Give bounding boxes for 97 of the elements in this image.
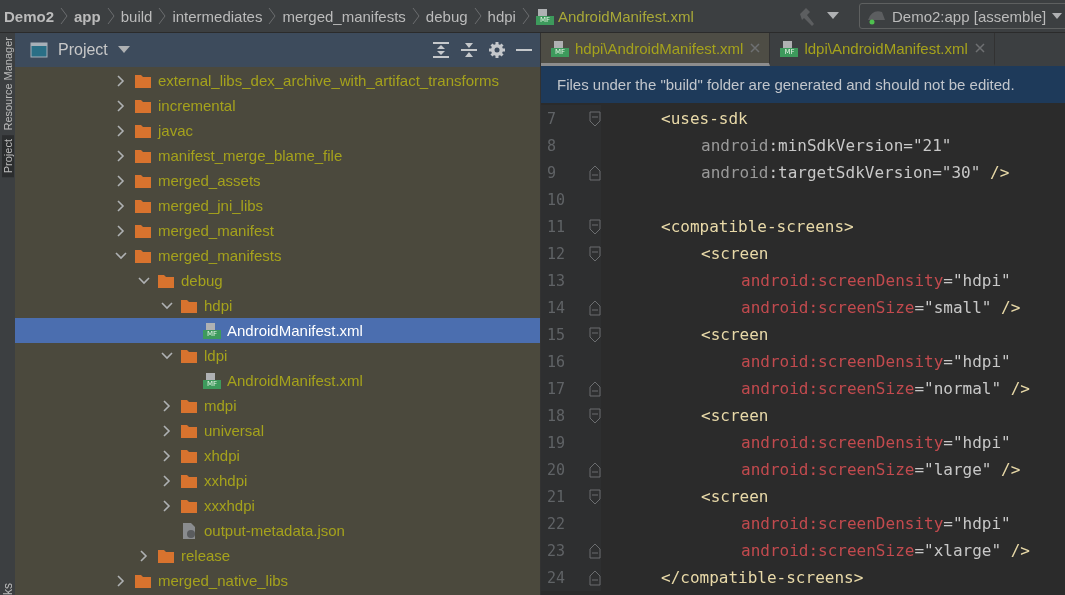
separator-icon xyxy=(60,7,69,25)
tree-item[interactable]: merged_manifest xyxy=(15,218,540,243)
code-line: android:screenDensity="hdpi" xyxy=(741,271,1011,290)
fold-icon xyxy=(589,164,601,181)
tree-item[interactable]: merged_native_libs xyxy=(15,568,540,593)
expand-all-icon xyxy=(432,41,450,59)
tree-item[interactable]: external_libs_dex_archive_with_artifact_transforms xyxy=(15,68,540,93)
fold-icon xyxy=(589,569,601,586)
code-line: <compatible-screens> xyxy=(661,217,854,236)
fold-icon xyxy=(589,380,601,397)
code-line: android:screenSize="small" /> xyxy=(741,298,1021,317)
fold-icon xyxy=(589,542,601,559)
folder-icon xyxy=(134,572,152,589)
breadcrumb-item[interactable]: merged_manifests xyxy=(282,7,406,25)
code-line: android:targetSdkVersion="30" /> xyxy=(701,163,1010,182)
folder-icon xyxy=(180,347,198,364)
folder-icon xyxy=(180,297,198,314)
window-icon xyxy=(30,42,48,58)
fold-icon xyxy=(589,488,601,505)
code-line: android:screenSize="large" /> xyxy=(741,460,1021,479)
folder-icon xyxy=(134,122,152,139)
tree-item[interactable]: merged_jni_libs xyxy=(15,193,540,218)
breadcrumb-item[interactable]: debug xyxy=(425,7,468,25)
tree-item[interactable]: release xyxy=(15,543,540,568)
caret-icon xyxy=(827,12,839,20)
separator-icon xyxy=(411,7,420,25)
breadcrumb-item[interactable]: intermediates xyxy=(172,7,263,25)
tool-window-tab[interactable]: Project xyxy=(1,134,14,177)
tree-item[interactable]: merged_assets xyxy=(15,168,540,193)
breadcrumb-item[interactable]: build xyxy=(120,7,153,25)
tree-item[interactable]: output-metadata.json xyxy=(15,518,540,543)
minimize-icon xyxy=(516,48,532,52)
tool-window-tab[interactable]: Resource Manager xyxy=(1,33,14,135)
code-line: android:screenDensity="hdpi" xyxy=(741,514,1011,533)
separator-icon xyxy=(106,7,115,25)
tree-item[interactable]: ldpi xyxy=(15,343,540,368)
fold-icon xyxy=(589,110,601,127)
separator-icon xyxy=(268,7,277,25)
folder-icon xyxy=(180,447,198,464)
tool-window-tab[interactable]: ks xyxy=(0,583,15,595)
folder-icon xyxy=(134,72,152,89)
code-line: <screen xyxy=(701,406,769,425)
tree-item[interactable]: manifest_merge_blame_file xyxy=(15,143,540,168)
json-file-icon xyxy=(180,521,198,540)
folder-icon xyxy=(157,272,175,289)
folder-icon xyxy=(180,422,198,439)
breadcrumb-item[interactable]: app xyxy=(74,7,101,25)
tree-item[interactable]: universal xyxy=(15,418,540,443)
close-icon xyxy=(973,42,986,54)
fold-icon xyxy=(589,326,601,343)
fold-icon xyxy=(589,299,601,316)
folder-icon xyxy=(180,472,198,489)
tree-item[interactable]: xxhdpi xyxy=(15,468,540,493)
folder-icon xyxy=(134,247,152,264)
code-line: <screen xyxy=(701,244,769,263)
breadcrumb-item[interactable]: hdpi xyxy=(487,7,516,25)
separator-icon xyxy=(158,7,167,25)
fold-icon xyxy=(589,245,601,262)
tree-item[interactable]: incremental xyxy=(15,93,540,118)
collapse-all-icon xyxy=(460,41,478,59)
code-line: <uses-sdk xyxy=(661,109,748,128)
separator-icon xyxy=(473,7,482,25)
separator-icon xyxy=(521,7,530,25)
tree-item[interactable]: mdpi xyxy=(15,393,540,418)
folder-icon xyxy=(134,222,152,239)
run-configuration-dropdown[interactable]: Demo2:app [assemble] xyxy=(859,3,1065,29)
code-line: android:screenDensity="hdpi" xyxy=(741,352,1011,371)
code-line: <screen xyxy=(701,487,769,506)
tree-item[interactable]: xxxhdpi xyxy=(15,493,540,518)
folder-icon xyxy=(134,97,152,114)
code-line: <screen xyxy=(701,325,769,344)
tree-item[interactable]: hdpi xyxy=(15,293,540,318)
tree-item[interactable]: javac xyxy=(15,118,540,143)
code-line: android:minSdkVersion="21" xyxy=(701,136,952,155)
fold-icon xyxy=(589,218,601,235)
code-line: android:screenSize="xlarge" /> xyxy=(741,541,1030,560)
tree-item[interactable]: xhdpi xyxy=(15,443,540,468)
tree-item[interactable]: merged_manifests xyxy=(15,243,540,268)
folder-icon xyxy=(134,147,152,164)
caret-icon xyxy=(117,46,130,54)
breadcrumb-item[interactable]: Demo2 xyxy=(4,7,55,25)
fold-icon xyxy=(589,461,601,478)
close-icon xyxy=(749,42,762,54)
panel-title[interactable]: Project xyxy=(58,41,108,59)
folder-icon xyxy=(180,397,198,414)
code-line: android:screenDensity="hdpi" xyxy=(741,433,1011,452)
code-line: android:screenSize="normal" /> xyxy=(741,379,1030,398)
fold-icon xyxy=(589,407,601,424)
folder-icon xyxy=(157,547,175,564)
banner-text: Files under the "build" folder are generated and should not be edited. xyxy=(557,76,1015,93)
folder-icon xyxy=(180,497,198,514)
code-line: </compatible-screens> xyxy=(661,568,864,587)
settings-icon xyxy=(488,41,506,59)
caret-icon xyxy=(1052,12,1063,20)
folder-icon xyxy=(134,197,152,214)
tree-item[interactable]: debug xyxy=(15,268,540,293)
folder-icon xyxy=(134,172,152,189)
